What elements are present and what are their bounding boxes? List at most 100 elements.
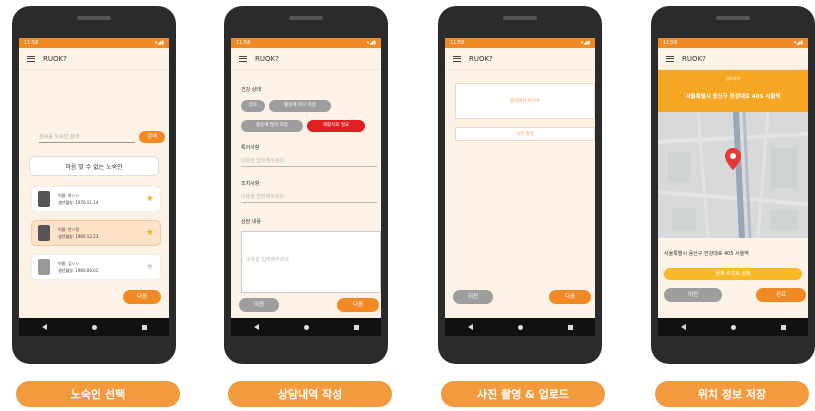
avatar: [38, 259, 50, 275]
avatar: [38, 225, 50, 241]
notes-field[interactable]: 내용을 입력해주세요: [241, 157, 377, 167]
action-label: 조치사항: [241, 181, 260, 187]
status-icons: ▾◢▮: [580, 40, 590, 46]
header-caption: 검토하기: [725, 76, 741, 81]
health-chip[interactable]: 양호: [241, 100, 265, 112]
app-title: RUOK?: [469, 54, 493, 63]
status-time: 11:58: [24, 40, 39, 46]
next-button[interactable]: 다음: [337, 298, 379, 312]
android-nav-bar: [658, 318, 808, 336]
star-icon[interactable]: ★: [146, 194, 154, 204]
app-showcase: 11:58 ▾◢▮ RUOK? 성씨를 노숙인 검색 검색 마음 맞 수 없는 …: [0, 0, 815, 411]
notes-label: 특이사항: [241, 145, 260, 151]
prev-button[interactable]: 이전: [239, 298, 279, 312]
next-button[interactable]: 다음: [549, 290, 591, 304]
phone-3: 11:58 ▾◢▮ RUOK? 클릭해서 바르추 사진 촬영 이전 다음: [438, 6, 602, 364]
health-chip[interactable]: 활동에 많이 지장: [241, 120, 303, 132]
recent-apps-icon[interactable]: [353, 324, 359, 330]
home-icon[interactable]: [517, 324, 523, 330]
back-icon[interactable]: [253, 324, 259, 330]
menu-icon[interactable]: [453, 55, 461, 62]
home-icon[interactable]: [91, 324, 97, 330]
phone-speaker: [716, 16, 750, 20]
search-button[interactable]: 검색: [139, 131, 165, 143]
card-name: 이름: 박ㅇㅇ: [58, 193, 80, 198]
card-dob: 생년월일: 1960.06.01: [58, 268, 99, 273]
back-icon[interactable]: [467, 324, 473, 330]
action-field[interactable]: 내용을 입력해주세요: [241, 193, 377, 203]
caption-select: 노숙인 선택: [16, 381, 180, 407]
menu-icon[interactable]: [666, 55, 674, 62]
app-title: RUOK?: [43, 54, 67, 63]
homeless-card[interactable]: 이름: 김ㅇㅇ 생년월일: 1960.06.01 ★: [31, 254, 161, 280]
prev-button[interactable]: 이전: [664, 288, 722, 302]
home-icon[interactable]: [730, 324, 736, 330]
status-icons: ▾◢▮: [154, 40, 164, 46]
star-icon[interactable]: ★: [146, 228, 154, 238]
search-input[interactable]: 성씨를 노숙인 검색: [39, 133, 135, 143]
status-time: 11:58: [450, 40, 465, 46]
health-label: 건강 상태: [241, 87, 261, 93]
back-icon[interactable]: [680, 324, 686, 330]
phone-1: 11:58 ▾◢▮ RUOK? 성씨를 노숙인 검색 검색 마음 맞 수 없는 …: [12, 6, 176, 364]
status-bar: 11:58 ▾◢▮: [445, 38, 595, 48]
app-bar: RUOK?: [19, 48, 169, 70]
header-address: 서울특별시 용산구 한강대로 405 서울역: [685, 94, 781, 100]
address-text: 서울특별시 용산구 한강대로 405 서울역: [664, 251, 749, 257]
star-outline-icon[interactable]: ★: [146, 262, 154, 272]
next-button[interactable]: 다음: [123, 290, 161, 304]
location-pin-icon: [725, 148, 741, 170]
homeless-card[interactable]: 이름: 박ㅇㅇ 생년월일: 1970.11.14 ★: [31, 186, 161, 212]
screen-photo-upload: 11:58 ▾◢▮ RUOK? 클릭해서 바르추 사진 촬영 이전 다음: [445, 38, 595, 318]
app-bar: RUOK?: [445, 48, 595, 70]
caption-consult: 상담내역 작성: [228, 381, 392, 407]
menu-icon[interactable]: [239, 55, 247, 62]
health-chip-selected[interactable]: 재활치료 필요: [307, 120, 365, 132]
home-icon[interactable]: [303, 324, 309, 330]
card-dob: 생년월일: 1960.12.23: [58, 234, 99, 239]
screen-select-homeless: 11:58 ▾◢▮ RUOK? 성씨를 노숙인 검색 검색 마음 맞 수 없는 …: [19, 38, 169, 318]
app-bar: RUOK?: [658, 48, 808, 70]
screen-consult-form: 11:58 ▾◢▮ RUOK? 건강 상태 양호 활동에 지나 지장 활동에 많…: [231, 38, 381, 318]
phone-speaker: [289, 16, 323, 20]
done-button[interactable]: 완료: [756, 288, 806, 302]
phone-speaker: [77, 16, 111, 20]
list-title: 마음 맞 수 없는 노숙인: [29, 156, 159, 176]
avatar: [38, 191, 50, 207]
phone-2: 11:58 ▾◢▮ RUOK? 건강 상태 양호 활동에 지나 지장 활동에 많…: [224, 6, 388, 364]
status-icons: ▾◢▮: [793, 40, 803, 46]
prev-button[interactable]: 이전: [453, 290, 493, 304]
recent-apps-icon[interactable]: [567, 324, 573, 330]
phone-speaker: [503, 16, 537, 20]
card-name: 이름: 김ㅇㅇ: [58, 261, 80, 266]
consult-label: 상담 내용: [241, 219, 261, 225]
menu-icon[interactable]: [27, 55, 35, 62]
recent-apps-icon[interactable]: [141, 324, 147, 330]
app-title: RUOK?: [682, 54, 706, 63]
status-time: 11:58: [663, 40, 678, 46]
homeless-card-selected[interactable]: 이름: 안ㅇ정 생년월일: 1960.12.23 ★: [31, 220, 161, 246]
android-nav-bar: [445, 318, 595, 336]
map-graphic: [658, 112, 808, 238]
app-title: RUOK?: [255, 54, 279, 63]
status-bar: 11:58 ▾◢▮: [658, 38, 808, 48]
status-bar: 11:58 ▾◢▮: [19, 38, 169, 48]
card-dob: 생년월일: 1970.11.14: [58, 200, 99, 205]
phone-4: 11:58 ▾◢▮ RUOK? 검토하기 서울특별시 용산구 한강대로 405 …: [651, 6, 815, 364]
health-chip[interactable]: 활동에 지나 지장: [269, 100, 331, 112]
back-icon[interactable]: [41, 324, 47, 330]
photo-preview[interactable]: 클릭해서 바르추: [455, 83, 595, 119]
android-nav-bar: [19, 318, 169, 336]
caption-photo: 사진 촬영 & 업로드: [441, 381, 605, 407]
location-header: 검토하기 서울특별시 용산구 한강대로 405 서울역: [658, 70, 808, 112]
status-bar: 11:58 ▾◢▮: [231, 38, 381, 48]
map-view[interactable]: [658, 112, 808, 238]
android-nav-bar: [231, 318, 381, 336]
take-photo-button[interactable]: 사진 촬영: [455, 127, 595, 141]
set-current-location-button[interactable]: 현재 위치로 설정: [664, 268, 802, 280]
card-name: 이름: 안ㅇ정: [58, 227, 80, 232]
status-time: 11:58: [236, 40, 251, 46]
recent-apps-icon[interactable]: [780, 324, 786, 330]
status-icons: ▾◢▮: [366, 40, 376, 46]
consult-textarea[interactable]: 내용을 입력해주세요: [241, 231, 381, 293]
